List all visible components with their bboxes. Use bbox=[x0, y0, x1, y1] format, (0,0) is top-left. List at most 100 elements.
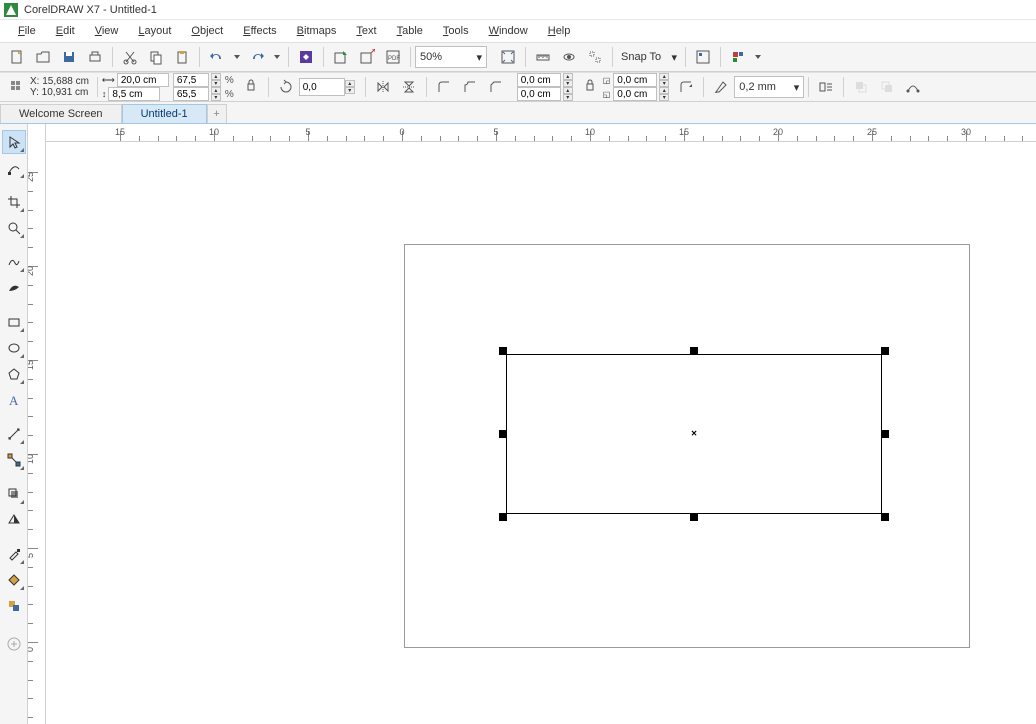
corner-ul-input[interactable] bbox=[517, 73, 561, 87]
polygon-tool-icon[interactable] bbox=[2, 362, 26, 386]
tab-document[interactable]: Untitled-1 bbox=[122, 104, 207, 123]
selection-handle-e[interactable] bbox=[881, 430, 889, 438]
undo-dropdown-icon[interactable] bbox=[231, 45, 243, 69]
selection-handle-se[interactable] bbox=[881, 513, 889, 521]
selection-handle-w[interactable] bbox=[499, 430, 507, 438]
mirror-vertical-icon[interactable] bbox=[397, 75, 421, 99]
import-icon[interactable] bbox=[329, 45, 353, 69]
menu-bitmaps[interactable]: Bitmaps bbox=[287, 22, 347, 40]
canvas[interactable]: × bbox=[46, 142, 1036, 724]
options-icon[interactable] bbox=[691, 45, 715, 69]
selection-handle-n[interactable] bbox=[690, 347, 698, 355]
horizontal-ruler[interactable]: 15105051015202530 bbox=[46, 124, 1036, 142]
round-corner-icon[interactable] bbox=[432, 75, 456, 99]
selection-handle-sw[interactable] bbox=[499, 513, 507, 521]
spin-down-icon[interactable]: ▾ bbox=[211, 94, 221, 101]
width-input[interactable] bbox=[117, 73, 169, 87]
publish-pdf-icon[interactable]: PDF bbox=[381, 45, 405, 69]
tab-add-button[interactable]: + bbox=[207, 104, 227, 123]
artistic-media-tool-icon[interactable] bbox=[2, 276, 26, 300]
scale-x-input[interactable] bbox=[173, 73, 209, 87]
menu-object[interactable]: Object bbox=[181, 22, 233, 40]
drop-shadow-tool-icon[interactable] bbox=[2, 482, 26, 506]
print-icon[interactable] bbox=[83, 45, 107, 69]
corner-lr-input[interactable] bbox=[613, 87, 657, 101]
show-rulers-icon[interactable] bbox=[531, 45, 555, 69]
eyedropper-tool-icon[interactable] bbox=[2, 542, 26, 566]
lock-ratio-icon[interactable] bbox=[239, 75, 263, 99]
lock-corners-icon[interactable] bbox=[578, 75, 602, 99]
show-guidelines-icon[interactable] bbox=[583, 45, 607, 69]
scallop-corner-icon[interactable] bbox=[458, 75, 482, 99]
connector-tool-icon[interactable] bbox=[2, 448, 26, 472]
rectangle-tool-icon[interactable] bbox=[2, 310, 26, 334]
menu-help[interactable]: Help bbox=[538, 22, 581, 40]
cut-icon[interactable] bbox=[118, 45, 142, 69]
spin-up-icon[interactable]: ▴ bbox=[211, 73, 221, 80]
full-screen-icon[interactable] bbox=[496, 45, 520, 69]
menu-layout[interactable]: Layout bbox=[128, 22, 181, 40]
zoom-tool-icon[interactable] bbox=[2, 216, 26, 240]
object-position-icon bbox=[5, 75, 29, 99]
snap-to-combo[interactable]: Snap To ▾ bbox=[617, 46, 681, 68]
menu-table[interactable]: Table bbox=[387, 22, 433, 40]
pick-tool-icon[interactable] bbox=[2, 130, 26, 154]
paste-icon[interactable] bbox=[170, 45, 194, 69]
height-input[interactable] bbox=[108, 87, 160, 101]
quick-customize-icon[interactable] bbox=[2, 632, 26, 656]
menu-effects[interactable]: Effects bbox=[233, 22, 286, 40]
menu-file[interactable]: File bbox=[8, 22, 46, 40]
separator bbox=[525, 47, 526, 67]
save-icon[interactable] bbox=[57, 45, 81, 69]
vertical-ruler[interactable]: 2520151050 bbox=[28, 124, 46, 724]
app-launcher-icon[interactable] bbox=[726, 45, 750, 69]
ellipse-tool-icon[interactable] bbox=[2, 336, 26, 360]
launcher-dropdown-icon[interactable] bbox=[752, 45, 764, 69]
show-grid-icon[interactable] bbox=[557, 45, 581, 69]
zoom-combo[interactable]: 50% ▾ bbox=[415, 46, 487, 68]
width-icon: ⟷ bbox=[102, 75, 115, 86]
text-tool-icon[interactable]: A bbox=[2, 388, 26, 412]
transparency-tool-icon[interactable] bbox=[2, 508, 26, 532]
separator bbox=[323, 47, 324, 67]
redo-dropdown-icon[interactable] bbox=[271, 45, 283, 69]
corner-ur-input[interactable] bbox=[613, 73, 657, 87]
undo-icon[interactable] bbox=[205, 45, 229, 69]
wrap-text-icon[interactable] bbox=[814, 75, 838, 99]
dimension-tool-icon[interactable] bbox=[2, 422, 26, 446]
open-icon[interactable] bbox=[31, 45, 55, 69]
selection-center-marker[interactable]: × bbox=[691, 429, 697, 440]
menu-window[interactable]: Window bbox=[479, 22, 538, 40]
mirror-horizontal-icon[interactable] bbox=[371, 75, 395, 99]
shape-tool-icon[interactable] bbox=[2, 156, 26, 180]
selection-handle-ne[interactable] bbox=[881, 347, 889, 355]
spin-down-icon[interactable]: ▾ bbox=[211, 80, 221, 87]
selection-handle-nw[interactable] bbox=[499, 347, 507, 355]
rotation-input[interactable] bbox=[299, 78, 345, 96]
relative-corner-icon[interactable] bbox=[674, 75, 698, 99]
scale-y-input[interactable] bbox=[173, 87, 209, 101]
spin-up-icon[interactable]: ▴ bbox=[345, 80, 355, 87]
smart-fill-tool-icon[interactable] bbox=[2, 594, 26, 618]
convert-to-curves-icon[interactable] bbox=[901, 75, 925, 99]
height-icon: ↕ bbox=[102, 89, 107, 99]
corner-ll-input[interactable] bbox=[517, 87, 561, 101]
interactive-fill-tool-icon[interactable] bbox=[2, 568, 26, 592]
redo-icon[interactable] bbox=[245, 45, 269, 69]
spin-up-icon[interactable]: ▴ bbox=[211, 87, 221, 94]
new-icon[interactable] bbox=[5, 45, 29, 69]
export-icon[interactable] bbox=[355, 45, 379, 69]
crop-tool-icon[interactable] bbox=[2, 190, 26, 214]
outline-width-combo[interactable]: 0,2 mm ▾ bbox=[734, 76, 804, 98]
menu-view[interactable]: View bbox=[85, 22, 129, 40]
selection-handle-s[interactable] bbox=[690, 513, 698, 521]
menu-tools[interactable]: Tools bbox=[433, 22, 479, 40]
spin-down-icon[interactable]: ▾ bbox=[345, 87, 355, 94]
tab-welcome[interactable]: Welcome Screen bbox=[0, 104, 122, 123]
copy-icon[interactable] bbox=[144, 45, 168, 69]
chamfer-corner-icon[interactable] bbox=[484, 75, 508, 99]
menu-text[interactable]: Text bbox=[346, 22, 386, 40]
menu-edit[interactable]: Edit bbox=[46, 22, 85, 40]
search-content-icon[interactable] bbox=[294, 45, 318, 69]
freehand-tool-icon[interactable] bbox=[2, 250, 26, 274]
